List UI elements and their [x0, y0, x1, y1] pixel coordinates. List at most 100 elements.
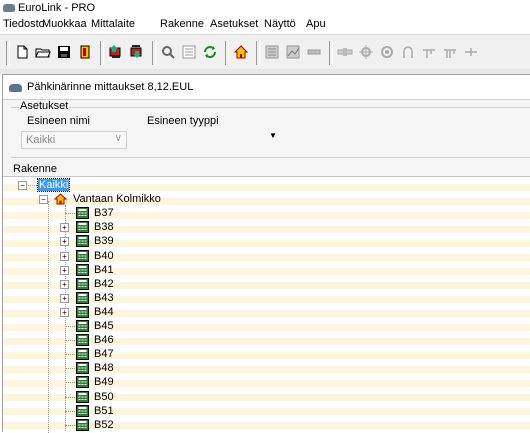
home-icon	[233, 45, 249, 59]
tree-label: Rakenne	[13, 163, 58, 175]
device-read-button[interactable]	[107, 42, 125, 62]
exit-door-button[interactable]	[76, 42, 94, 62]
open-folder-button[interactable]	[34, 42, 52, 62]
tree-item[interactable]: + B43	[3, 291, 530, 305]
cross-icon	[465, 48, 477, 56]
meter-device-icon	[76, 235, 89, 248]
pump-button[interactable]	[378, 42, 396, 62]
menu-4[interactable]: Rakenne	[160, 18, 204, 30]
valve-button[interactable]	[357, 42, 375, 62]
battery-button[interactable]	[305, 42, 323, 62]
new-file-button[interactable]	[13, 42, 31, 62]
refresh-button[interactable]	[201, 42, 219, 62]
toolbar-separator	[256, 41, 260, 65]
tree-item[interactable]: B50	[3, 390, 530, 404]
meter-device-icon	[76, 404, 89, 417]
expand-toggle[interactable]: +	[60, 251, 69, 261]
branch-double-button[interactable]	[441, 42, 459, 62]
object-type-label: Esineen tyyppi	[147, 115, 219, 127]
meter-device-icon	[76, 376, 89, 389]
tree-item[interactable]: + B44	[3, 305, 530, 319]
expand-toggle[interactable]: +	[60, 237, 69, 247]
expand-toggle[interactable]: +	[60, 307, 69, 317]
meter-device-icon	[76, 263, 89, 276]
meter-device-icon	[76, 291, 89, 304]
expand-toggle[interactable]: +	[60, 293, 69, 303]
app-eye-icon	[3, 4, 15, 12]
tree-node-label: B39	[94, 235, 114, 248]
meter-device-icon	[76, 320, 89, 332]
menu-1[interactable]: Tiedosto	[3, 18, 45, 30]
tree-item[interactable]: B37	[3, 206, 530, 220]
device-write-icon	[130, 45, 142, 58]
tree-item[interactable]: B48	[3, 361, 530, 375]
tree-node-label: B42	[94, 277, 114, 290]
cross-button[interactable]	[462, 42, 480, 62]
tree-item[interactable]: + B38	[3, 220, 530, 234]
tree-connector	[65, 396, 75, 398]
object-type-dropdown-arrow-icon[interactable]: ▼	[269, 131, 277, 140]
graph-button[interactable]	[284, 42, 302, 62]
toolbar-separator	[329, 41, 333, 65]
menu-3[interactable]: Mittalaite	[91, 18, 135, 30]
tree-item[interactable]: + B40	[3, 249, 530, 263]
meter-device-icon	[76, 249, 89, 262]
tree-item[interactable]: + B39	[3, 234, 530, 248]
expand-toggle[interactable]: +	[60, 223, 69, 233]
object-name-combo[interactable]: Kaikki ∨	[21, 131, 127, 149]
battery-icon	[307, 49, 321, 55]
pipe-button[interactable]	[336, 42, 354, 62]
tree-connector	[28, 185, 37, 186]
toolbar-separator	[100, 41, 104, 65]
menu-6[interactable]: Näyttö	[264, 18, 296, 30]
list-button[interactable]	[180, 42, 198, 62]
structure-tree[interactable]: − Kaikki − Vantaan Kolmikko B37 + B38 + B39 + B40 +…	[3, 176, 530, 433]
menu-7[interactable]: Apu	[306, 18, 326, 30]
settings-divider	[11, 107, 530, 108]
object-name-label: Esineen nimi	[27, 115, 90, 127]
tree-item[interactable]: B51	[3, 404, 530, 418]
tree-item[interactable]: + B42	[3, 277, 530, 291]
tree-item[interactable]: B52	[3, 418, 530, 432]
tree-item[interactable]: + B41	[3, 263, 530, 277]
tree-item[interactable]: B46	[3, 333, 530, 347]
arc-button[interactable]	[399, 42, 417, 62]
meter-button[interactable]	[263, 42, 281, 62]
tree-connector	[65, 326, 75, 327]
tree-node-label: B37	[94, 207, 114, 220]
tree-connector	[65, 424, 75, 426]
expand-toggle[interactable]: +	[60, 265, 69, 275]
tree-node-label: B46	[94, 334, 114, 347]
refresh-icon	[204, 46, 216, 58]
menu-2[interactable]: Muokkaa	[42, 18, 87, 30]
collapse-toggle[interactable]: −	[18, 181, 27, 190]
document-title: Pähkinärinne mittaukset 8,12.EUL	[27, 81, 194, 93]
tree-item[interactable]: B47	[3, 347, 530, 361]
home-button[interactable]	[232, 42, 250, 62]
menu-5[interactable]: Asetukset	[210, 18, 258, 30]
collapse-toggle[interactable]: −	[39, 195, 48, 205]
tree-connector	[65, 340, 75, 342]
window-title: EuroLink - PRO	[18, 2, 96, 14]
pump-icon	[381, 46, 393, 58]
tree-site-node[interactable]: − Vantaan Kolmikko	[3, 192, 530, 206]
tree-node-label: Vantaan Kolmikko	[73, 193, 161, 206]
expand-toggle[interactable]: +	[60, 279, 69, 289]
branch-button[interactable]	[420, 42, 438, 62]
device-write-button[interactable]	[128, 42, 146, 62]
meter-device-icon	[76, 390, 89, 403]
settings-legend: Asetukset	[19, 100, 70, 112]
tree-root-node[interactable]: − Kaikki	[3, 178, 530, 192]
menu-bar: Tiedosto Muokkaa Mittalaite Rakenne Asetukse…	[0, 16, 530, 34]
meter-device-icon	[76, 305, 89, 318]
save-button[interactable]	[55, 42, 73, 62]
search-button[interactable]	[159, 42, 177, 62]
tree-item[interactable]: B49	[3, 375, 530, 389]
tree-node-label: Kaikki	[36, 178, 71, 192]
settings-separator	[11, 157, 530, 158]
toolbar-separator	[225, 41, 229, 65]
meter-device-icon	[76, 277, 89, 290]
exit-door-icon	[80, 45, 90, 59]
new-file-icon	[17, 45, 28, 59]
tree-item[interactable]: B45	[3, 319, 530, 333]
